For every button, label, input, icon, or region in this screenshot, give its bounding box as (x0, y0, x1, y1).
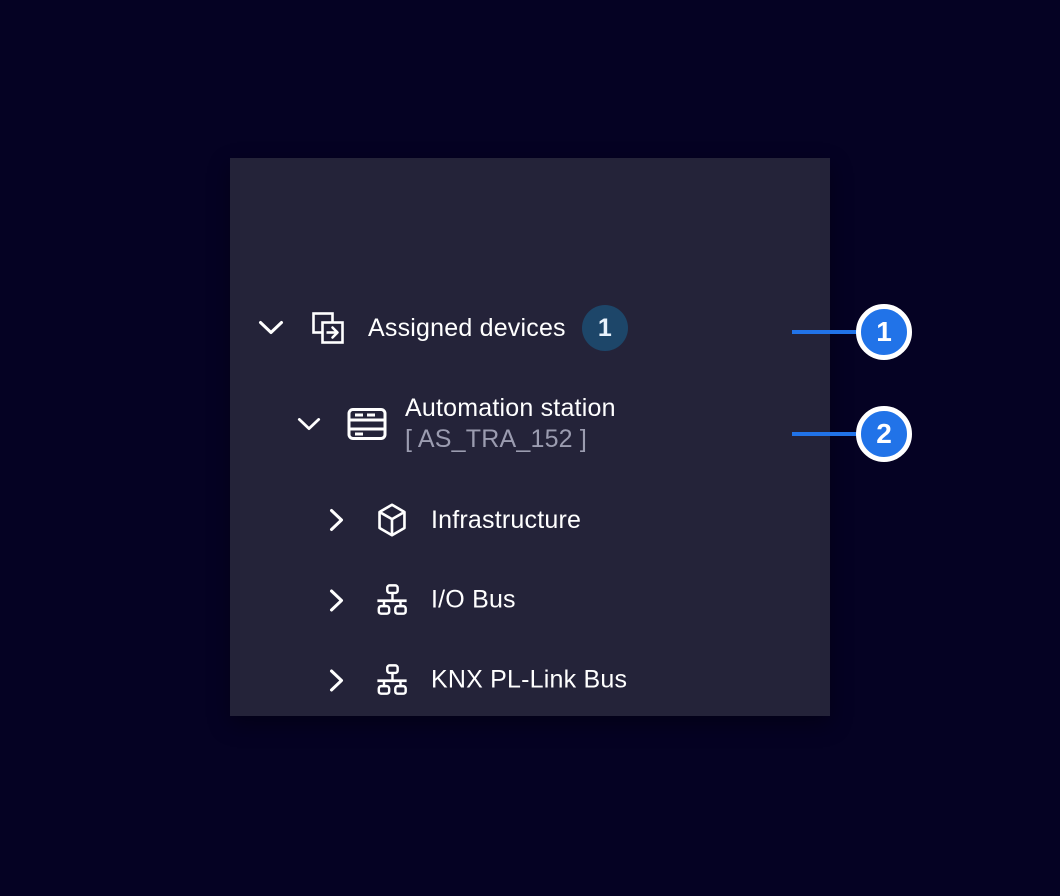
tree-item-label: I/O Bus (431, 586, 516, 615)
tree-item-label: KNX PL-Link Bus (431, 666, 627, 695)
page-background: Assigned devices 1 Aut (0, 0, 1060, 896)
callout-line-2 (792, 432, 858, 436)
callout-line-1 (792, 330, 858, 334)
tree-item-automation-station[interactable]: Automation station [ AS_TRA_152 ] (297, 393, 616, 455)
tree-item-sublabel: [ AS_TRA_152 ] (405, 424, 616, 455)
tree-item-knx-pl-link-bus[interactable]: KNX PL-Link Bus (327, 664, 627, 697)
assigned-devices-icon (310, 310, 346, 346)
chevron-down-icon[interactable] (297, 417, 321, 432)
chevron-right-icon[interactable] (327, 668, 345, 692)
tree-item-io-bus[interactable]: I/O Bus (327, 584, 516, 617)
cube-icon (375, 502, 409, 538)
network-bus-icon (375, 664, 409, 697)
tree-item-label-block: Automation station [ AS_TRA_152 ] (405, 393, 616, 455)
tree-item-label: Infrastructure (431, 506, 581, 535)
tree-item-infrastructure[interactable]: Infrastructure (327, 502, 581, 538)
automation-station-icon (347, 407, 387, 441)
device-tree-panel: Assigned devices 1 Aut (230, 158, 830, 716)
tree-item-label: Assigned devices (368, 314, 566, 343)
callout-marker-1: 1 (856, 304, 912, 360)
chevron-right-icon[interactable] (327, 588, 345, 612)
chevron-right-icon[interactable] (327, 508, 345, 532)
callout-marker-2: 2 (856, 406, 912, 462)
chevron-down-icon[interactable] (258, 320, 284, 336)
callout-number: 2 (876, 418, 892, 450)
callout-number: 1 (876, 316, 892, 348)
tree-item-label: Automation station (405, 393, 616, 424)
network-bus-icon (375, 584, 409, 617)
count-badge: 1 (582, 305, 628, 351)
tree-item-assigned-devices[interactable]: Assigned devices 1 (258, 305, 628, 351)
